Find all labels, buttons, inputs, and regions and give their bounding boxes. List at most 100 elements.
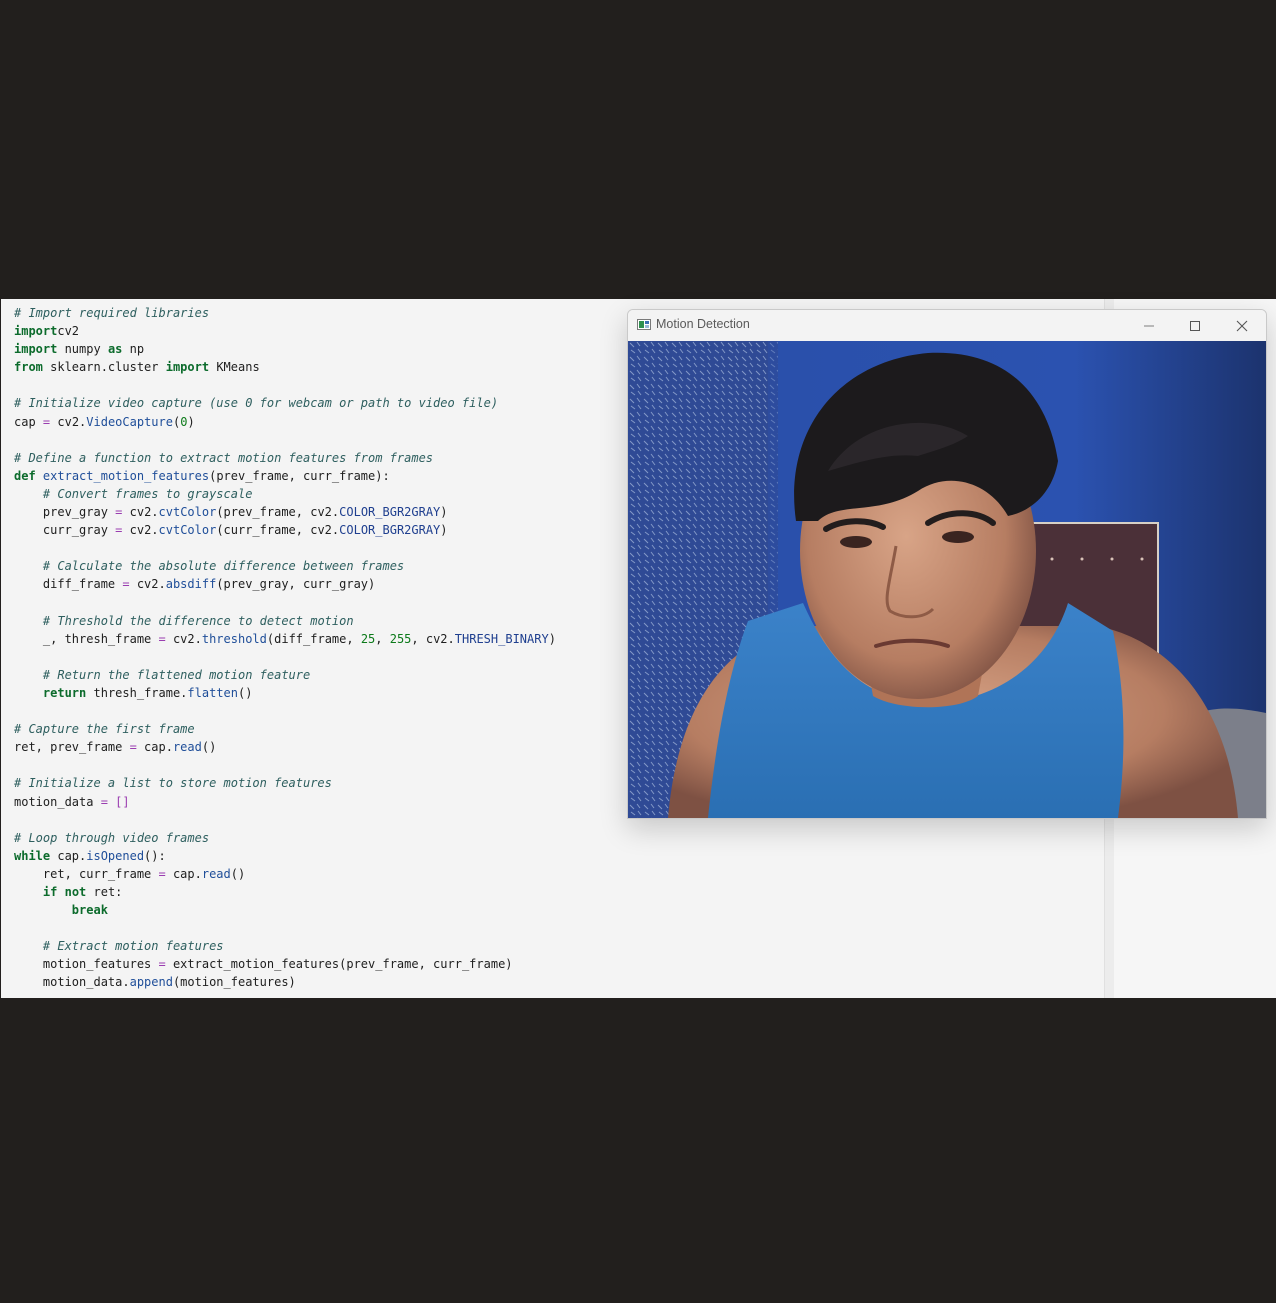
code-token: (prev_gray, curr_gray) — [216, 577, 376, 592]
code-line[interactable]: importcv2 — [14, 322, 556, 340]
minimize-button[interactable] — [1126, 310, 1172, 341]
code-line[interactable] — [14, 702, 556, 720]
code-line[interactable]: while cap.isOpened(): — [14, 847, 556, 865]
close-button[interactable] — [1219, 310, 1265, 341]
code-line[interactable] — [14, 594, 556, 612]
code-line[interactable] — [14, 919, 556, 937]
code-token: np — [122, 342, 145, 357]
app-icon — [637, 319, 651, 330]
code-line[interactable] — [14, 648, 556, 666]
code-token: # Calculate the absolute difference betw… — [42, 559, 405, 574]
window-title: Motion Detection — [656, 317, 750, 331]
code-token: cv2. — [50, 414, 87, 429]
code-line[interactable]: import numpy as np — [14, 340, 556, 358]
code-line[interactable]: # Initialize a list to store motion feat… — [14, 774, 556, 792]
code-line[interactable] — [14, 539, 556, 557]
code-line[interactable]: # Threshold the difference to detect mot… — [14, 612, 556, 630]
code-line[interactable]: if not ret: — [14, 883, 556, 901]
code-line[interactable]: # Define a function to extract motion fe… — [14, 449, 556, 467]
code-line[interactable]: from sklearn.cluster import KMeans — [14, 358, 556, 376]
code-token: ) — [440, 505, 448, 520]
code-token: motion_features — [14, 957, 159, 972]
code-token: motion_data. — [14, 975, 130, 990]
code-line[interactable]: return thresh_frame.flatten() — [14, 684, 556, 702]
webcam-video-frame — [628, 341, 1266, 818]
code-token: () — [201, 740, 217, 755]
code-token: = — [122, 577, 130, 592]
code-token: ret: — [86, 885, 123, 899]
window-titlebar[interactable]: Motion Detection — [628, 310, 1266, 341]
code-line[interactable]: # Convert frames to grayscale — [14, 485, 556, 503]
code-token: COLOR_BGR2GRAY — [339, 523, 441, 538]
code-line[interactable] — [14, 811, 556, 829]
code-token: # Initialize video capture (use 0 for we… — [14, 396, 499, 411]
code-token: # Extract motion features — [42, 939, 224, 954]
code-token: (diff_frame, — [266, 631, 361, 646]
code-token: from — [14, 360, 43, 375]
code-token: = — [158, 866, 166, 881]
code-token: cap. — [136, 740, 173, 755]
code-token: 25 — [360, 631, 376, 646]
code-token: curr_gray — [14, 523, 116, 538]
code-token: = — [158, 631, 166, 646]
code-token: # Capture the first frame — [14, 722, 195, 737]
code-line[interactable]: # Extract motion features — [14, 937, 556, 955]
code-token: KMeans — [209, 360, 260, 375]
code-token: # Define a function to extract motion fe… — [14, 450, 434, 465]
code-token: cv2. — [122, 505, 159, 520]
code-token: motion_data — [14, 794, 101, 809]
code-token: cvtColor — [158, 523, 217, 538]
code-line[interactable]: # Import required libraries — [14, 304, 556, 322]
code-token: not — [64, 885, 87, 899]
code-token: (prev_frame, curr_frame): — [209, 468, 390, 483]
code-token: COLOR_BGR2GRAY — [339, 505, 441, 520]
code-token: , — [375, 631, 390, 646]
code-token: flatten — [187, 685, 238, 700]
code-line[interactable]: curr_gray = cv2.cvtColor(curr_frame, cv2… — [14, 521, 556, 539]
code-token: () — [238, 685, 253, 700]
code-token: isOpened — [86, 848, 145, 863]
code-line[interactable] — [14, 376, 556, 394]
code-token: # Loop through video frames — [14, 830, 210, 845]
code-token: (motion_features) — [172, 975, 296, 990]
motion-detection-window[interactable]: Motion Detection — [627, 309, 1267, 819]
code-token: cvtColor — [158, 505, 217, 520]
code-token: ) — [187, 414, 195, 429]
code-token: threshold — [201, 631, 267, 646]
code-token: read — [172, 740, 202, 755]
code-line[interactable]: # Loop through video frames — [14, 829, 556, 847]
code-line[interactable]: cap = cv2.VideoCapture(0) — [14, 413, 556, 431]
code-line[interactable]: motion_features = extract_motion_feature… — [14, 955, 556, 973]
code-content[interactable]: # Import required libraries importcv2 impo… — [14, 304, 556, 992]
code-line[interactable]: ret, curr_frame = cap.read() — [14, 865, 556, 883]
code-line[interactable] — [14, 756, 556, 774]
code-line[interactable]: # Calculate the absolute difference betw… — [14, 557, 556, 575]
maximize-button[interactable] — [1172, 310, 1218, 341]
code-token: diff_frame — [14, 577, 123, 592]
code-token: break — [71, 903, 108, 918]
code-token: return — [42, 685, 87, 700]
code-line[interactable]: # Capture the first frame — [14, 720, 556, 738]
code-line[interactable]: break — [14, 901, 556, 919]
code-line[interactable]: # Initialize video capture (use 0 for we… — [14, 394, 556, 412]
code-line[interactable]: prev_gray = cv2.cvtColor(prev_frame, cv2… — [14, 503, 556, 521]
code-token: = — [129, 740, 137, 755]
code-token: [] — [115, 794, 130, 809]
code-line[interactable]: # Return the flattened motion feature — [14, 666, 556, 684]
code-token: (prev_frame, cv2. — [216, 505, 340, 520]
code-line[interactable]: ret, prev_frame = cap.read() — [14, 738, 556, 756]
code-line[interactable]: motion_data.append(motion_features) — [14, 973, 556, 991]
code-line[interactable] — [14, 431, 556, 449]
code-token: # Initialize a list to store motion feat… — [14, 776, 332, 791]
code-token: = — [100, 794, 108, 809]
code-line[interactable]: motion_data = [] — [14, 793, 556, 811]
code-line[interactable]: diff_frame = cv2.absdiff(prev_gray, curr… — [14, 575, 556, 593]
code-line[interactable]: _, thresh_frame = cv2.threshold(diff_fra… — [14, 630, 556, 648]
code-token: # Convert frames to grayscale — [42, 486, 253, 501]
code-line[interactable]: def extract_motion_features(prev_frame, … — [14, 467, 556, 485]
